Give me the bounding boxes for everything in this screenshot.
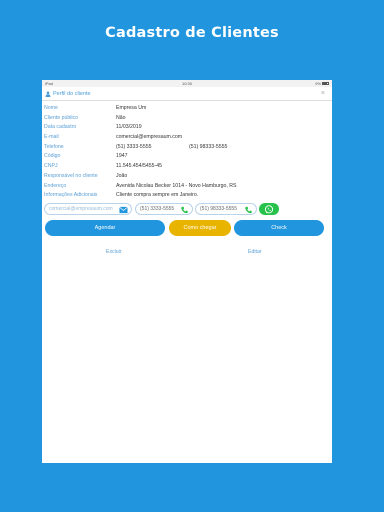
field-row: Código 1947 bbox=[44, 152, 330, 162]
field-label: Nome bbox=[44, 105, 58, 111]
phone-number-2: (51) 98333-5555 bbox=[200, 206, 237, 212]
field-label: CNPJ bbox=[44, 163, 58, 170]
field-value-secondary: (51) 98333-5555 bbox=[189, 143, 228, 150]
field-value: Empresa Um bbox=[116, 105, 147, 111]
check-in-button[interactable]: Check bbox=[234, 220, 324, 236]
email-contact-button[interactable]: comercial@empresaum.com bbox=[44, 203, 132, 215]
field-label: Endereço bbox=[44, 182, 67, 189]
edit-link[interactable]: Editar bbox=[248, 249, 262, 255]
field-row: Telefone (51) 3333-5555 (51) 98333-5555 bbox=[44, 143, 330, 153]
field-label: Cliente público bbox=[44, 114, 79, 121]
battery-icon bbox=[322, 82, 329, 86]
field-value: João bbox=[116, 172, 128, 179]
field-row: Data cadastro 11/03/2019 bbox=[44, 123, 330, 133]
field-value: Avenida Nicolau Becker 1014 - Novo Hambu… bbox=[116, 182, 237, 189]
schedule-button[interactable]: Agendar bbox=[45, 220, 165, 236]
tablet-screen: iPad 10:30 9% Perfil do cliente × Nome E… bbox=[42, 80, 332, 463]
user-icon bbox=[45, 91, 51, 97]
battery-percent: 9% bbox=[315, 81, 321, 86]
modal-title: Perfil do cliente bbox=[53, 91, 91, 97]
phone-number-1: (51) 3333-5555 bbox=[140, 206, 175, 212]
email-contact-text: comercial@empresaum.com bbox=[49, 206, 113, 212]
status-time: 10:30 bbox=[181, 81, 192, 86]
page-headline: Cadastro de Clientes bbox=[105, 25, 279, 41]
field-row: Nome Empresa Um bbox=[44, 104, 330, 114]
mail-icon bbox=[119, 206, 128, 213]
field-row: Responsável no cliente João bbox=[44, 172, 330, 182]
field-value: Não bbox=[116, 114, 126, 121]
action-buttons: Agendar Como chegar Check bbox=[45, 220, 331, 237]
phone-icon bbox=[245, 206, 252, 213]
field-value: Cliente compra sempre em Janeiro. bbox=[116, 192, 199, 199]
close-icon[interactable]: × bbox=[321, 87, 325, 101]
contact-shortcuts: comercial@empresaum.com (51) 3333-5555 (… bbox=[44, 203, 330, 216]
whatsapp-icon bbox=[264, 204, 274, 213]
field-label: E-mail bbox=[44, 134, 59, 141]
delete-link[interactable]: Excluir bbox=[106, 249, 122, 255]
whatsapp-button[interactable] bbox=[259, 203, 279, 215]
phone-call-button[interactable]: (51) 3333-5555 bbox=[135, 203, 193, 215]
field-label: Código bbox=[44, 153, 61, 160]
field-value: 11/03/2019 bbox=[116, 124, 142, 131]
field-row: E-mail comercial@empresaum.com bbox=[44, 133, 330, 143]
field-row: Endereço Avenida Nicolau Becker 1014 - N… bbox=[44, 182, 330, 192]
field-value: 1947 bbox=[116, 153, 128, 160]
status-bar: iPad 10:30 9% bbox=[42, 80, 332, 87]
directions-button[interactable]: Como chegar bbox=[169, 220, 231, 236]
mobile-call-button[interactable]: (51) 98333-5555 bbox=[195, 203, 257, 215]
phone-icon bbox=[181, 206, 188, 213]
field-label: Responsável no cliente bbox=[44, 172, 98, 179]
field-label: Telefone bbox=[44, 143, 64, 150]
field-value: 11.545.454/5455-45 bbox=[116, 163, 163, 170]
field-row: Cliente público Não bbox=[44, 114, 330, 124]
field-row: Informações Adicionais Cliente compra se… bbox=[44, 191, 330, 201]
modal-header: Perfil do cliente × bbox=[42, 87, 332, 101]
field-label: Informações Adicionais bbox=[44, 192, 98, 199]
client-info: Nome Empresa Um Cliente público Não Data… bbox=[44, 104, 330, 201]
field-row: CNPJ 11.545.454/5455-45 bbox=[44, 162, 330, 172]
status-battery: 9% bbox=[315, 80, 329, 87]
field-value: (51) 3333-5555 bbox=[116, 143, 152, 150]
field-label: Data cadastro bbox=[44, 124, 77, 131]
field-value: comercial@empresaum.com bbox=[116, 134, 183, 141]
